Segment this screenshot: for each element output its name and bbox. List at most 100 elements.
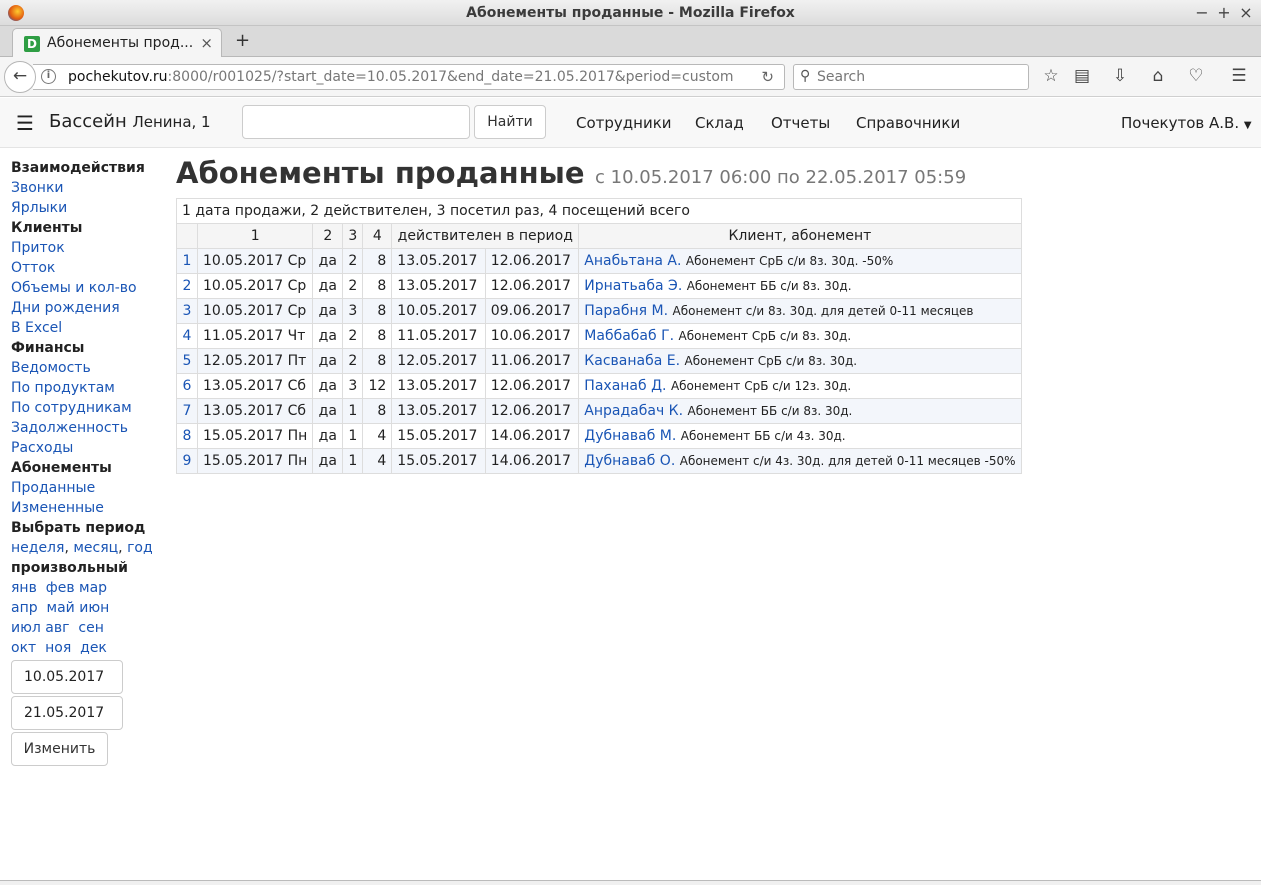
row-number-link[interactable]: 4 [183,328,192,344]
sidebar-link-sold[interactable]: Проданные [11,480,95,496]
page-title: Абонементы проданные с 10.05.2017 06:00 … [176,156,966,190]
home-icon[interactable]: ⌂ [1147,66,1169,86]
cell-valid-to: 11.06.2017 [484,348,580,374]
separator: , [118,540,123,556]
pocket-icon[interactable]: ♡ [1185,66,1207,86]
row-number-link[interactable]: 1 [183,253,192,269]
period-month-link[interactable]: месяц [73,540,118,556]
sidebar-link-debt[interactable]: Задолженность [11,420,128,436]
client-link[interactable]: Анрадабач К. [584,403,683,419]
month-link-jul[interactable]: июл [11,620,41,636]
cell-valid-to: 10.06.2017 [484,323,580,349]
month-link-may[interactable]: май [47,600,75,616]
browser-search-field[interactable]: ⚲ Search [793,64,1029,90]
sidebar-link-calls[interactable]: Звонки [11,180,64,196]
sidebar-link-changed[interactable]: Измененные [11,500,104,516]
user-menu[interactable]: Почекутов А.В. ▼ [1121,114,1252,132]
month-link-dec[interactable]: дек [80,640,107,656]
period-year-link[interactable]: год [127,540,153,556]
row-number-link[interactable]: 2 [183,278,192,294]
month-link-mar[interactable]: мар [79,580,107,596]
caret-down-icon: ▼ [1243,120,1252,131]
sidebar-link-statement[interactable]: Ведомость [11,360,91,376]
cell-valid-from: 11.05.2017 [391,323,486,349]
column-header-client: Клиент, абонемент [578,223,1022,249]
client-link[interactable]: Паханаб Д. [584,378,666,394]
subscription-plan: Абонемент ББ с/и 8з. 30д. [687,404,853,418]
downloads-icon[interactable]: ⇩ [1109,66,1131,86]
sidebar: Взаимодействия Звонки Ярлыки Клиенты При… [11,158,171,766]
sidebar-link-inflow[interactable]: Приток [11,240,65,256]
browser-toolbar: i pochekutov.ru:8000/r001025/?start_date… [0,57,1261,97]
minimize-icon[interactable]: − [1192,0,1212,26]
client-link[interactable]: Парабня М. [584,303,668,319]
cell-valid-to: 12.06.2017 [484,248,580,274]
nav-staff[interactable]: Сотрудники [576,114,672,132]
end-date-field[interactable]: 21.05.2017 [11,696,123,730]
month-link-sep[interactable]: сен [78,620,103,636]
cell-valid: да [312,298,344,324]
sidebar-link-by-staff[interactable]: По сотрудникам [11,400,132,416]
client-link[interactable]: Дубнаваб М. [584,428,676,444]
reading-list-icon[interactable]: ▤ [1071,66,1093,86]
close-window-icon[interactable]: × [1236,0,1256,26]
period-week-link[interactable]: неделя [11,540,64,556]
month-link-jun[interactable]: июн [79,600,109,616]
cell-total-visits: 8 [362,323,393,349]
url-bar[interactable]: i pochekutov.ru:8000/r001025/?start_date… [33,64,785,90]
url-text[interactable]: pochekutov.ru:8000/r001025/?start_date=1… [68,69,734,85]
month-link-apr[interactable]: апр [11,600,38,616]
site-info-icon[interactable]: i [41,69,56,84]
row-number-link[interactable]: 7 [183,403,192,419]
row-number-link[interactable]: 3 [183,303,192,319]
reload-icon[interactable]: ↻ [761,68,774,86]
nav-directories[interactable]: Справочники [856,114,960,132]
tab-close-icon[interactable]: × [200,34,213,52]
nav-warehouse[interactable]: Склад [695,114,744,132]
row-number-link[interactable]: 6 [183,378,192,394]
window-bottom-edge [0,880,1261,885]
sidebar-link-expenses[interactable]: Расходы [11,440,73,456]
client-link[interactable]: Анабьтана А. [584,253,681,269]
bookmark-star-icon[interactable]: ☆ [1040,66,1062,86]
new-tab-icon[interactable]: + [235,30,250,51]
row-number-link[interactable]: 8 [183,428,192,444]
sidebar-link-excel[interactable]: В Excel [11,320,62,336]
row-number-link[interactable]: 9 [183,453,192,469]
cell-client: Анрадабач К. Абонемент ББ с/и 8з. 30д. [578,398,1022,424]
sidebar-link-by-products[interactable]: По продуктам [11,380,115,396]
change-period-button[interactable]: Изменить [11,732,108,766]
sidebar-link-volumes[interactable]: Объемы и кол-во [11,280,137,296]
sidebar-link-birthdays[interactable]: Дни рождения [11,300,120,316]
tab-title: Абонементы прод... [47,35,194,51]
nav-reports[interactable]: Отчеты [771,114,830,132]
table-row: 9 15.05.2017 Пн да 1 4 15.05.2017 14.06.2017 Ду… [176,448,1022,474]
window-title: Абонементы проданные - Mozilla Firefox [466,5,795,21]
client-link[interactable]: Дубнаваб О. [584,453,675,469]
client-link[interactable]: Маббабаб Г. [584,328,674,344]
sidebar-link-outflow[interactable]: Отток [11,260,55,276]
browser-tab[interactable]: D Абонементы прод... × [12,28,222,57]
month-link-nov[interactable]: ноя [45,640,71,656]
month-link-feb[interactable]: фев [46,580,75,596]
month-link-jan[interactable]: янв [11,580,37,596]
start-date-field[interactable]: 10.05.2017 [11,660,123,694]
back-icon[interactable]: ← [4,61,36,93]
row-number-link[interactable]: 5 [183,353,192,369]
cell-total-visits: 8 [362,398,393,424]
menu-icon[interactable]: ☰ [1228,66,1250,86]
find-button[interactable]: Найти [474,105,546,139]
cell-visited: 2 [342,248,364,274]
cell-sale-date: 15.05.2017 Пн [196,423,314,449]
month-link-oct[interactable]: окт [11,640,36,656]
sidebar-link-labels[interactable]: Ярлыки [11,200,67,216]
month-link-aug[interactable]: авг [45,620,69,636]
brand[interactable]: Бассейн Ленина, 1 [49,111,211,132]
app-search-input[interactable] [242,105,470,139]
client-link[interactable]: Касванаба Е. [584,353,680,369]
cell-total-visits: 8 [362,248,393,274]
client-link[interactable]: Ирнатьаба Э. [584,278,682,294]
maximize-icon[interactable]: + [1214,0,1234,26]
hamburger-menu-icon[interactable]: ☰ [16,111,34,135]
cell-visited: 2 [342,348,364,374]
